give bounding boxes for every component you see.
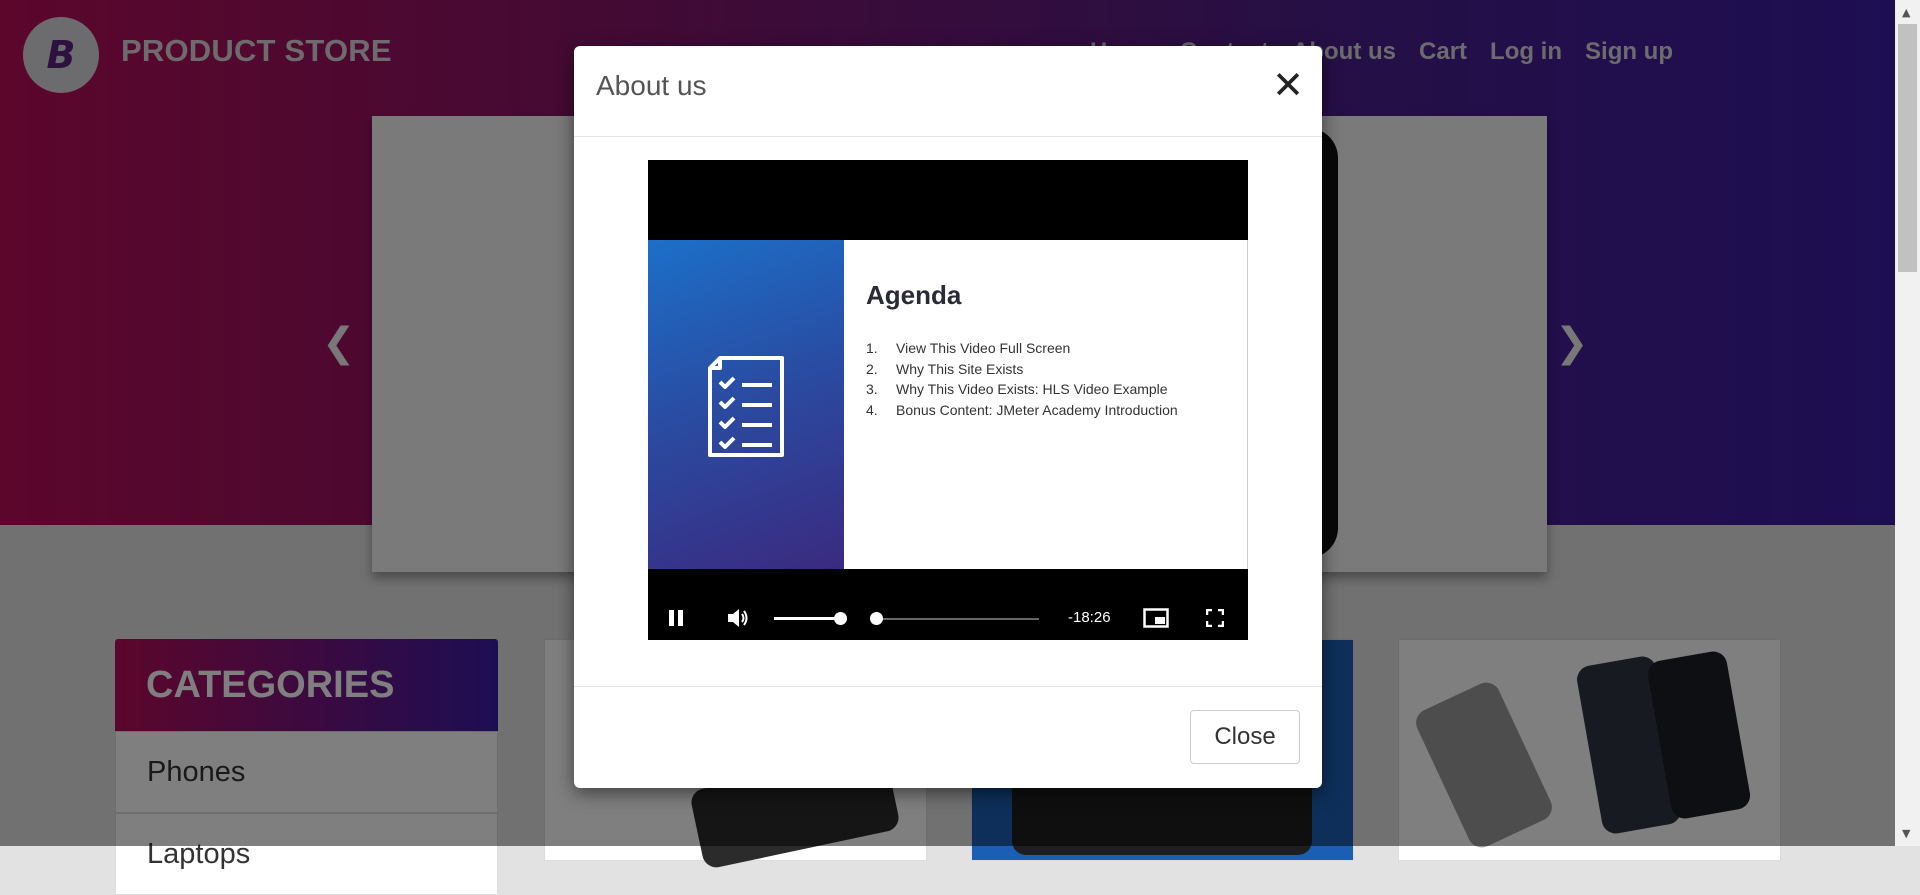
checklist-icon bbox=[708, 356, 784, 457]
list-item: 2. Why This Site Exists bbox=[866, 360, 1024, 377]
list-item: 1. View This Video Full Screen bbox=[866, 340, 1071, 356]
volume-slider-track[interactable] bbox=[774, 617, 838, 620]
modal-header: About us ✕ bbox=[574, 46, 1322, 137]
list-item: 4. Bonus Content: JMeter Academy Introduc… bbox=[866, 401, 1178, 418]
time-remaining: -18:26 bbox=[1068, 609, 1111, 626]
slide-content: Agenda 1. View This Video Full Screen 2. W… bbox=[844, 240, 1248, 569]
scroll-up-icon[interactable]: ▲ bbox=[1902, 6, 1910, 19]
pause-icon[interactable] bbox=[667, 609, 685, 627]
video-frame: Agenda 1. View This Video Full Screen 2. W… bbox=[648, 240, 1248, 569]
close-icon[interactable]: ✕ bbox=[1272, 66, 1304, 104]
volume-slider-handle[interactable] bbox=[834, 612, 847, 625]
close-button[interactable]: Close bbox=[1190, 710, 1300, 764]
slide-title: Agenda bbox=[866, 280, 962, 310]
video-player[interactable]: Agenda 1. View This Video Full Screen 2. W… bbox=[648, 160, 1248, 640]
modal-footer: Close bbox=[574, 686, 1322, 789]
scroll-thumb[interactable] bbox=[1898, 24, 1917, 272]
seek-bar-track[interactable] bbox=[876, 618, 1039, 620]
slide-side-panel bbox=[648, 240, 844, 569]
agenda-list: 1. View This Video Full Screen 2. Why This… bbox=[866, 340, 1178, 422]
list-item: 3. Why This Video Exists: HLS Video Examp… bbox=[866, 381, 1168, 397]
volume-icon[interactable] bbox=[726, 607, 750, 629]
about-us-modal: About us ✕ Agenda 1. View This Video Ful… bbox=[574, 46, 1322, 788]
modal-title: About us bbox=[596, 70, 707, 101]
page-scrollbar[interactable]: ▲ ▼ bbox=[1895, 0, 1920, 846]
scroll-down-icon[interactable]: ▼ bbox=[1902, 827, 1910, 840]
picture-in-picture-icon[interactable] bbox=[1143, 608, 1169, 628]
video-controls: -18:26 bbox=[648, 596, 1248, 640]
fullscreen-icon[interactable] bbox=[1206, 609, 1224, 627]
seek-bar-handle[interactable] bbox=[870, 612, 883, 625]
